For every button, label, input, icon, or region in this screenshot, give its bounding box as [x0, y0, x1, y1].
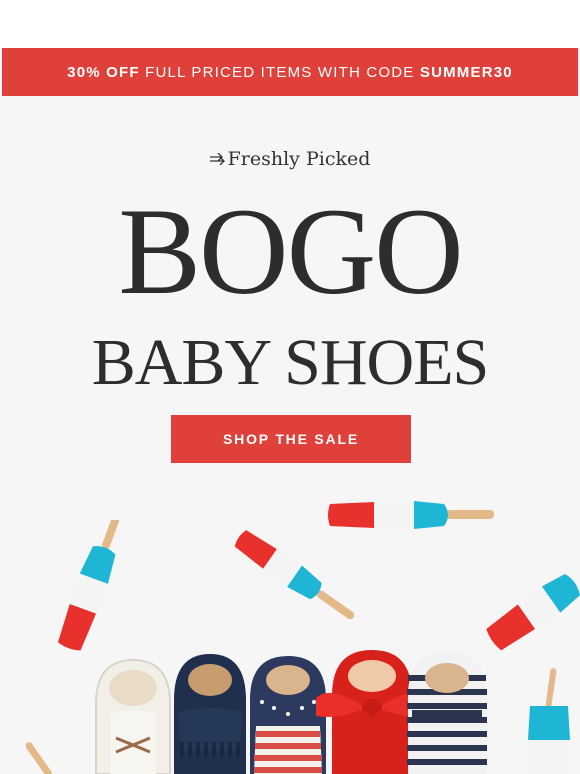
brand-logo[interactable]: Freshly Picked [0, 148, 580, 170]
brand-name: Freshly Picked [227, 148, 371, 170]
promo-text: FULL PRICED ITEMS WITH CODE [145, 63, 415, 81]
hero-subheadline: BABY SHOES [91, 326, 489, 399]
double-arrow-icon [209, 150, 226, 169]
rocket-popsicle-image [486, 573, 580, 651]
hero-headline: BOGO [118, 183, 463, 320]
top-margin [0, 0, 580, 48]
striped-mary-jane-image [407, 652, 487, 774]
promo-banner[interactable]: 30% OFF FULL PRICED ITEMS WITH CODE SUMM… [2, 48, 578, 96]
email-canvas: 30% OFF FULL PRICED ITEMS WITH CODE SUMM… [0, 0, 580, 774]
promo-discount: 30% OFF [67, 63, 140, 81]
rocket-popsicle-image [57, 520, 123, 651]
rocket-popsicle-image [528, 668, 570, 774]
rocket-popsicle-image [234, 530, 355, 620]
shop-the-sale-button[interactable]: SHOP THE SALE [171, 415, 411, 463]
navy-fringe-moccasin-image [174, 654, 246, 774]
popsicle-stick-image [26, 742, 52, 774]
promo-code: SUMMER30 [419, 63, 513, 81]
white-lace-moccasin-image [95, 658, 171, 774]
